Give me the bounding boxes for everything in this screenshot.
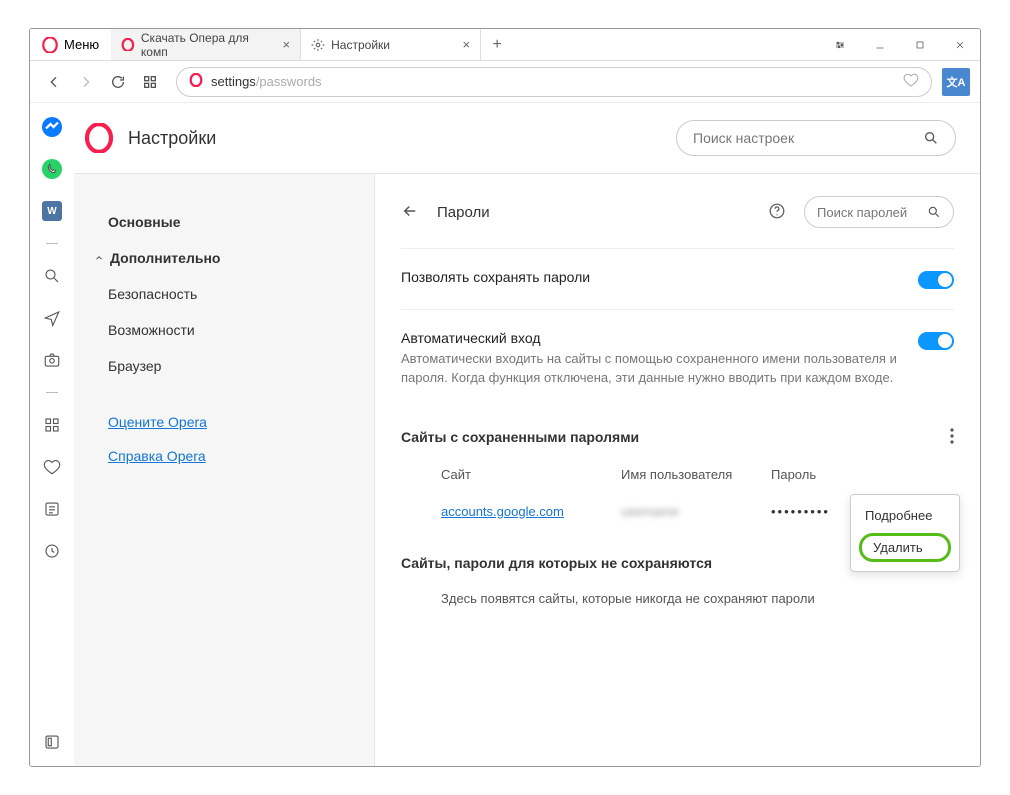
history-icon[interactable] (42, 541, 62, 561)
opera-menu-label: Меню (64, 37, 99, 52)
minimize-button[interactable] (860, 29, 900, 60)
close-icon[interactable]: × (463, 37, 471, 52)
password-site-link[interactable]: accounts.google.com (441, 504, 564, 519)
settings-search-input[interactable]: Поиск настроек (676, 120, 956, 156)
tab-download-opera[interactable]: Скачать Опера для комп × (111, 29, 301, 60)
col-site: Сайт (441, 467, 621, 482)
opera-icon (121, 38, 135, 52)
search-icon[interactable] (42, 266, 62, 286)
search-placeholder: Поиск паролей (817, 205, 907, 220)
page-title: Настройки (128, 128, 216, 149)
news-icon[interactable] (42, 499, 62, 519)
offer-save-label: Позволять сохранять пароли (401, 269, 902, 285)
settings-area: Настройки Поиск настроек Основные Дополн… (74, 103, 980, 766)
settings-header: Настройки Поиск настроек (74, 103, 980, 173)
sidebar-divider (46, 392, 58, 393)
tabs: Скачать Опера для комп × Настройки × + (111, 29, 820, 60)
tab-settings[interactable]: Настройки × (301, 29, 481, 60)
sidebar-divider (46, 243, 58, 244)
easy-setup-icon[interactable] (820, 29, 860, 60)
title-bar: Меню Скачать Опера для комп × Настройки … (30, 29, 980, 61)
password-masked: ••••••••• (771, 504, 830, 519)
whatsapp-icon[interactable] (42, 159, 62, 179)
kebab-icon[interactable] (950, 428, 954, 447)
bookmarks-icon[interactable] (42, 457, 62, 477)
sidebar-settings-icon[interactable] (42, 732, 62, 752)
close-icon[interactable]: × (283, 37, 291, 52)
sidebar-pins: W (30, 103, 74, 766)
window-controls (820, 29, 980, 60)
tab-label: Скачать Опера для комп (141, 31, 277, 59)
help-opera-link[interactable]: Справка Opera (108, 448, 354, 464)
saved-passwords-title: Сайты с сохраненными паролями (401, 428, 954, 447)
auto-signin-desc: Автоматически входить на сайты с помощью… (401, 350, 902, 388)
address-text-suffix: /passwords (256, 74, 322, 89)
saved-passwords-label: Сайты с сохраненными паролями (401, 429, 639, 445)
nav-advanced-label: Дополнительно (110, 250, 220, 266)
help-icon[interactable] (768, 202, 786, 223)
saved-passwords-table-head: Сайт Имя пользователя Пароль (401, 459, 954, 496)
back-arrow-button[interactable] (401, 202, 419, 223)
chevron-up-icon (94, 253, 104, 263)
address-bar-row: settings/passwords 文A (30, 61, 980, 103)
forward-button[interactable] (72, 68, 100, 96)
speed-dial-button[interactable] (136, 68, 164, 96)
offer-save-toggle[interactable] (918, 271, 954, 289)
send-icon[interactable] (42, 308, 62, 328)
nav-features[interactable]: Возможности (94, 312, 354, 348)
address-bar[interactable]: settings/passwords (176, 67, 932, 97)
passwords-heading: Пароли (437, 204, 750, 221)
nav-security[interactable]: Безопасность (94, 276, 354, 312)
nav-browser[interactable]: Браузер (94, 348, 354, 384)
search-icon (927, 205, 941, 219)
password-username: username (621, 504, 771, 519)
search-placeholder: Поиск настроек (693, 130, 794, 146)
close-button[interactable] (940, 29, 980, 60)
bookmark-heart-icon[interactable] (903, 72, 919, 91)
search-icon (923, 130, 939, 146)
settings-content: Пароли Поиск паролей Позволять сохранять… (374, 174, 980, 766)
col-pass: Пароль (771, 467, 816, 482)
password-context-menu: Подробнее Удалить (850, 494, 960, 572)
translate-button[interactable]: 文A (942, 68, 970, 96)
new-tab-button[interactable]: + (481, 29, 513, 60)
opera-menu-button[interactable]: Меню (30, 29, 111, 60)
auto-signin-toggle[interactable] (918, 332, 954, 350)
maximize-button[interactable] (900, 29, 940, 60)
col-user: Имя пользователя (621, 467, 771, 482)
browser-window: Меню Скачать Опера для комп × Настройки … (29, 28, 981, 767)
tab-label: Настройки (331, 38, 390, 52)
content-header: Пароли Поиск паролей (401, 196, 954, 228)
speed-dial-icon[interactable] (42, 415, 62, 435)
never-save-desc: Здесь появятся сайты, которые никогда не… (401, 571, 954, 606)
window-body: W Настройки Поиск настроек (30, 103, 980, 766)
menu-item-details[interactable]: Подробнее (851, 501, 959, 530)
gear-icon (311, 38, 325, 52)
site-icon (189, 73, 203, 90)
menu-item-delete[interactable]: Удалить (859, 533, 951, 562)
nav-basic[interactable]: Основные (94, 204, 354, 240)
rate-opera-link[interactable]: Оцените Opera (108, 414, 354, 430)
settings-body: Основные Дополнительно Безопасность Возм… (74, 173, 980, 766)
settings-nav: Основные Дополнительно Безопасность Возм… (74, 174, 374, 766)
snapshot-icon[interactable] (42, 350, 62, 370)
back-button[interactable] (40, 68, 68, 96)
reload-button[interactable] (104, 68, 132, 96)
auto-signin-label: Автоматический вход (401, 330, 902, 346)
messenger-icon[interactable] (42, 117, 62, 137)
opera-logo-icon (84, 123, 114, 153)
address-text-prefix: settings (211, 74, 256, 89)
nav-advanced[interactable]: Дополнительно (94, 240, 354, 276)
passwords-search-input[interactable]: Поиск паролей (804, 196, 954, 228)
vk-icon[interactable]: W (42, 201, 62, 221)
